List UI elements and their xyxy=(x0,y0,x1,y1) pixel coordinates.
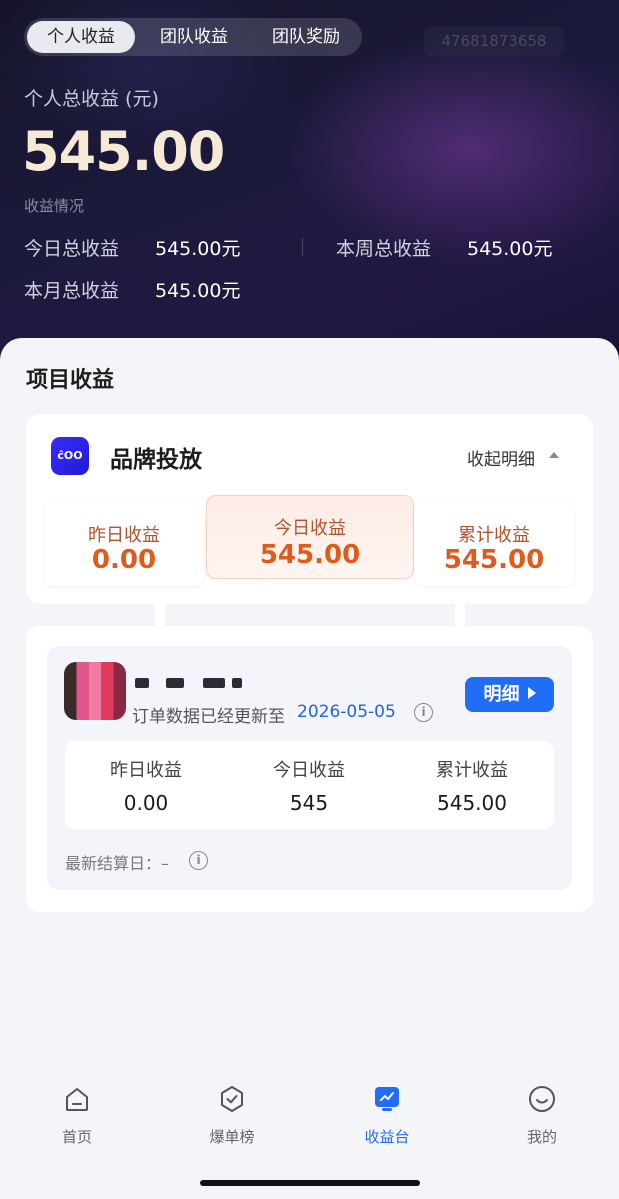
redacted-text xyxy=(232,678,242,688)
data-update-label: 订单数据已经更新至 xyxy=(132,707,285,727)
detail-button[interactable]: 明细 xyxy=(465,677,554,712)
tab-personal-earnings[interactable]: 个人收益 xyxy=(27,21,135,53)
earnings-header xyxy=(0,0,619,380)
item-today-label: 今日收益 xyxy=(273,760,345,781)
brand-name: 品牌投放 xyxy=(110,447,202,473)
section-title: 项目收益 xyxy=(26,368,115,393)
settlement-date: 最新结算日：– xyxy=(65,850,169,874)
info-icon[interactable]: i xyxy=(189,851,208,870)
week-total-value: 545.00元 xyxy=(467,238,553,260)
smile-icon xyxy=(529,1086,555,1112)
caret-up-icon[interactable] xyxy=(549,452,559,458)
home-icon xyxy=(66,1088,88,1111)
tab-team-earnings[interactable]: 团队收益 xyxy=(140,21,248,53)
stats-divider xyxy=(302,238,303,256)
card-connector xyxy=(155,604,165,626)
summary-today: 今日收益 545.00 xyxy=(206,495,414,579)
earnings-overview-label: 收益情况 xyxy=(24,197,85,215)
tab-team-rewards[interactable]: 团队奖励 xyxy=(252,21,360,53)
item-yesterday-label: 昨日收益 xyxy=(110,760,182,781)
month-total-label: 本月总收益 xyxy=(24,280,120,302)
earnings-type-tabs: 个人收益 团队收益 团队奖励 xyxy=(24,18,362,56)
nav-ranking[interactable] xyxy=(177,1084,287,1118)
summary-total-value: 545.00 xyxy=(443,545,545,575)
earnings-icon xyxy=(375,1087,399,1111)
nav-profile[interactable] xyxy=(487,1084,597,1118)
week-total-label: 本周总收益 xyxy=(336,238,432,260)
settlement-value: – xyxy=(161,854,170,873)
summary-today-label: 今日收益 xyxy=(274,518,346,539)
item-total-value: 545.00 xyxy=(437,791,507,815)
data-update-date: 2026-05-05 xyxy=(297,702,396,722)
nav-home[interactable] xyxy=(22,1084,132,1118)
nav-ranking-label[interactable]: 爆单榜 xyxy=(177,1126,287,1147)
nav-home-label[interactable]: 首页 xyxy=(22,1126,132,1147)
item-total-label: 累计收益 xyxy=(436,760,508,781)
settlement-label: 最新结算日： xyxy=(65,854,162,873)
summary-today-value: 545.00 xyxy=(259,540,361,570)
month-total-value: 545.00元 xyxy=(155,280,241,302)
project-thumbnail xyxy=(64,662,126,720)
nav-profile-label[interactable]: 我的 xyxy=(487,1126,597,1147)
summary-yesterday-value: 0.00 xyxy=(91,545,157,575)
detail-button-label: 明细 xyxy=(483,684,520,705)
summary-total-label: 累计收益 xyxy=(458,525,530,546)
redacted-text xyxy=(135,678,149,688)
home-indicator xyxy=(200,1180,420,1186)
today-total-label: 今日总收益 xyxy=(24,238,120,260)
total-earnings-label: 个人总收益 (元) xyxy=(24,88,159,110)
info-icon[interactable]: i xyxy=(414,703,433,722)
brand-app-icon: ĉOO xyxy=(51,437,89,475)
summary-yesterday: 昨日收益 0.00 xyxy=(44,502,204,586)
today-total-value: 545.00元 xyxy=(155,238,241,260)
summary-yesterday-label: 昨日收益 xyxy=(88,525,160,546)
summary-total: 累计收益 545.00 xyxy=(414,502,574,586)
item-yesterday-value: 0.00 xyxy=(123,791,169,815)
redacted-text xyxy=(166,678,184,688)
item-today-value: 545 xyxy=(289,791,329,815)
nav-earnings[interactable] xyxy=(332,1084,442,1118)
badge-check-icon xyxy=(221,1086,243,1112)
collapse-details-button[interactable]: 收起明细 xyxy=(467,445,535,470)
user-id: 47681873658 xyxy=(424,26,564,56)
item-stats-box xyxy=(65,741,554,829)
redacted-text xyxy=(203,678,225,688)
total-earnings-value: 545.00 xyxy=(22,120,225,183)
play-arrow-icon xyxy=(527,687,536,699)
card-connector xyxy=(455,604,465,626)
nav-earnings-label[interactable]: 收益台 xyxy=(332,1126,442,1147)
